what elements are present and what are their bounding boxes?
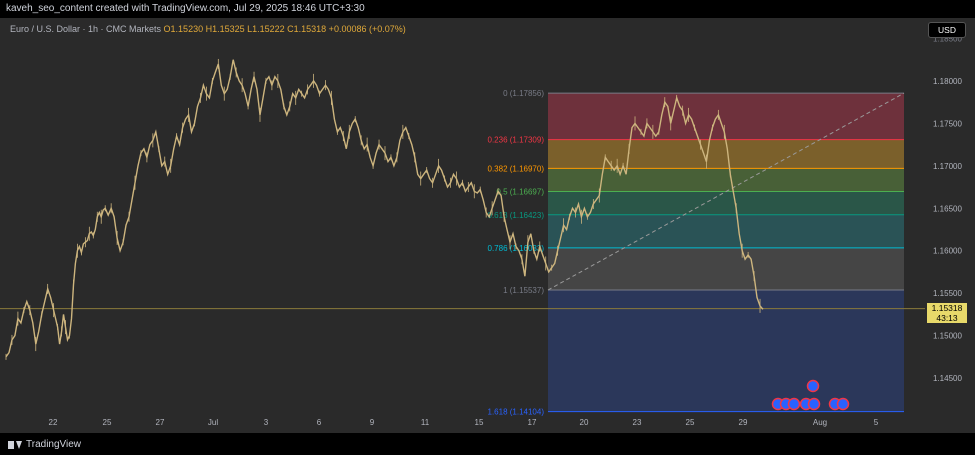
fib-level-label: 1 (1.15537) [503, 286, 544, 295]
fib-zone-5 [548, 247, 904, 291]
brand-label: TradingView [26, 439, 82, 450]
x-axis-tick-label: 17 [528, 418, 537, 427]
fib-level-label: 0.236 (1.17309) [488, 136, 545, 145]
fib-zone-3 [548, 191, 904, 215]
fib-level-label: 1.618 (1.14104) [488, 408, 545, 417]
symbol-name: Euro / U.S. Dollar · 1h · CMC Markets [10, 24, 162, 34]
event-marker-icon [806, 379, 820, 393]
ohlc-values: O1.15230 H1.15325 L1.15222 C1.15318 +0.0… [163, 24, 406, 34]
symbol-legend: Euro / U.S. Dollar · 1h · CMC Markets O1… [10, 24, 406, 34]
fib-zone-4 [548, 214, 904, 248]
x-axis-tick-label: 3 [264, 418, 269, 427]
last-price-value: 1.15318 [931, 303, 963, 313]
x-axis-tick-label: 5 [874, 418, 879, 427]
y-axis-tick-label: 1.16000 [933, 247, 962, 256]
fib-level-label: 0.382 (1.16970) [488, 164, 545, 173]
tradingview-logo-icon [8, 440, 22, 449]
y-axis-tick-label: 1.14500 [933, 374, 962, 383]
last-price-tag: 1.15318 43:13 [927, 303, 967, 323]
x-axis-tick-label: Jul [208, 418, 218, 427]
fib-level-label: 0.5 (1.16697) [496, 188, 544, 197]
x-axis-tick-label: 23 [633, 418, 642, 427]
y-axis-tick-label: 1.17000 [933, 162, 962, 171]
y-axis-tick-label: 1.18000 [933, 77, 962, 86]
y-axis-tick-label: 1.15000 [933, 332, 962, 341]
x-axis-tick-label: 22 [49, 418, 58, 427]
footer: TradingView [0, 433, 975, 455]
x-axis-tick-label: 15 [475, 418, 484, 427]
x-axis-tick-label: 27 [156, 418, 165, 427]
x-axis-tick-label: 29 [739, 418, 748, 427]
x-axis-tick-label: Aug [813, 418, 827, 427]
x-axis-tick-label: 11 [421, 418, 430, 427]
event-marker-icon [807, 397, 821, 411]
bar-countdown: 43:13 [936, 313, 958, 323]
fib-level-label: 0 (1.17856) [503, 89, 544, 98]
x-axis-tick-label: 25 [686, 418, 695, 427]
x-axis-tick-label: 9 [370, 418, 375, 427]
event-marker-icon [787, 397, 801, 411]
x-axis-tick-label: 6 [317, 418, 322, 427]
chart-svg[interactable]: 0 (1.17856) 0.236 (1.17309) 0.382 (1.16970… [0, 0, 975, 433]
x-axis-tick-label: 25 [103, 418, 112, 427]
tradingview-brand[interactable]: TradingView [8, 439, 81, 450]
y-axis-tick-label: 1.17500 [933, 119, 962, 128]
y-axis-tick-label: 1.16500 [933, 204, 962, 213]
event-marker-icon [836, 397, 850, 411]
x-axis-tick-label: 20 [580, 418, 589, 427]
y-axis-tick-label: 1.15500 [933, 289, 962, 298]
fib-level-label: 0.618 (1.16423) [488, 211, 545, 220]
fib-zone-0 [548, 93, 904, 140]
currency-button[interactable]: USD [928, 22, 966, 38]
